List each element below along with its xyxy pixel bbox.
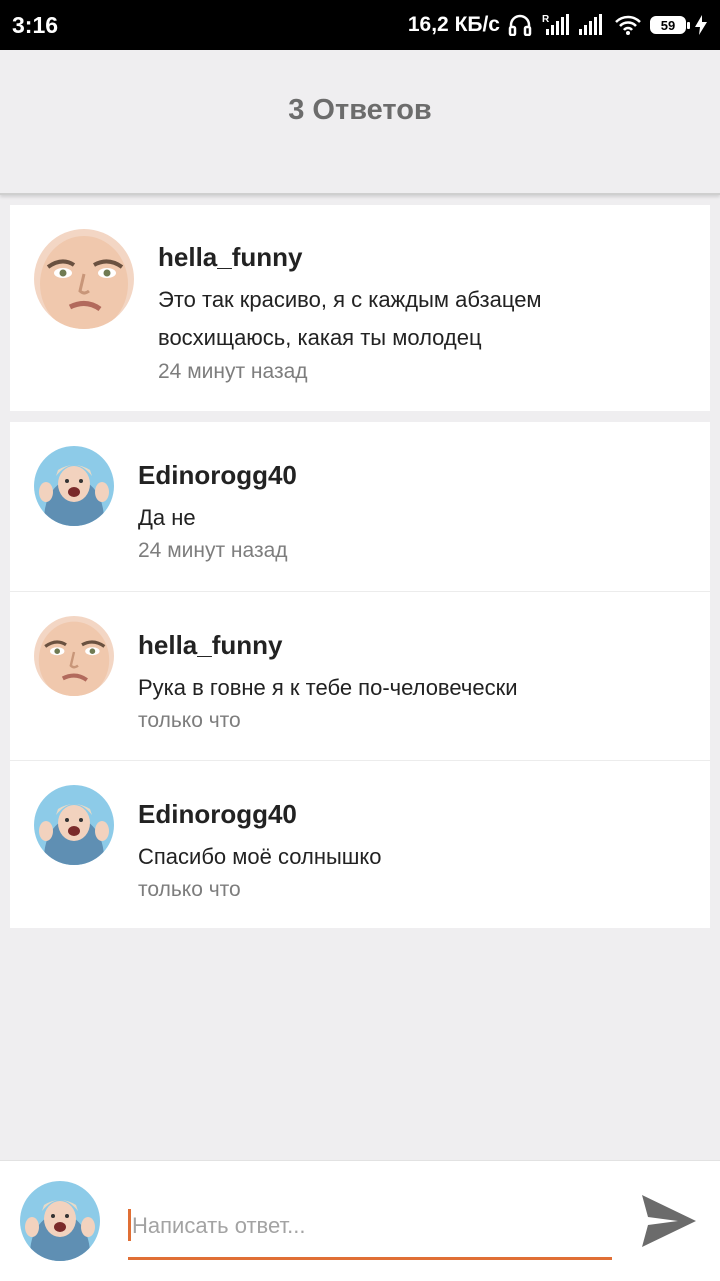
- signal-icon: [578, 14, 606, 36]
- main-comment-card: hella_funny Это так красиво, я с каждым …: [10, 205, 710, 411]
- replies-card: Edinorogg40 Да не 24 минут назад hella_f…: [10, 422, 710, 928]
- status-right: 16,2 КБ/с R 59: [408, 13, 708, 37]
- avatar-blue-hood-image: [20, 1181, 100, 1261]
- avatar[interactable]: [34, 446, 114, 526]
- reply-text: Спасибо моё солнышко: [138, 844, 382, 869]
- reply-input[interactable]: [130, 1205, 604, 1247]
- comment-time: 24 минут назад: [158, 360, 308, 383]
- reply-text: Рука в говне я к тебе по-человечески: [138, 675, 518, 700]
- reply-time: только что: [138, 878, 241, 901]
- reply-author[interactable]: Edinorogg40: [138, 799, 297, 830]
- avatar[interactable]: [34, 229, 134, 329]
- status-time: 3:16: [12, 11, 59, 38]
- avatar-blue-hood-image: [34, 785, 114, 865]
- reply-author[interactable]: hella_funny: [138, 630, 282, 661]
- avatar[interactable]: [34, 785, 114, 865]
- page-title: 3 Ответов: [288, 94, 432, 126]
- svg-text:R: R: [542, 14, 550, 25]
- reply-item: Edinorogg40 Спасибо моё солнышко только …: [10, 760, 710, 929]
- my-avatar: [20, 1181, 100, 1261]
- reply-time: 24 минут назад: [138, 539, 288, 562]
- reply-item: Edinorogg40 Да не 24 минут назад: [10, 422, 710, 590]
- avatar[interactable]: [34, 616, 114, 696]
- signal-r-icon: R: [540, 13, 570, 37]
- reply-text: Да не: [138, 505, 196, 530]
- send-button[interactable]: [638, 1191, 700, 1251]
- comment-text: Это так красиво, я с каждым абзацем восх…: [158, 287, 542, 350]
- reply-time: только что: [138, 709, 241, 732]
- reply-composer: [0, 1160, 720, 1281]
- app-header: 3 Ответов: [0, 50, 720, 195]
- wifi-icon: [614, 14, 642, 36]
- avatar-face-image: [34, 229, 134, 329]
- battery-icon: 59: [650, 16, 690, 34]
- reply-item: hella_funny Рука в говне я к тебе по-чел…: [10, 591, 710, 760]
- charging-icon: [694, 14, 708, 36]
- headphones-icon: [508, 14, 532, 36]
- send-icon: [642, 1195, 696, 1247]
- avatar-face-image: [34, 616, 114, 696]
- network-speed: 16,2 КБ/с: [407, 13, 500, 36]
- avatar-blue-hood-image: [34, 446, 114, 526]
- status-bar: 3:16 16,2 КБ/с R 59: [0, 0, 720, 50]
- comment-author[interactable]: hella_funny: [158, 242, 302, 273]
- reply-input-wrapper: [128, 1203, 612, 1260]
- reply-author[interactable]: Edinorogg40: [138, 460, 297, 491]
